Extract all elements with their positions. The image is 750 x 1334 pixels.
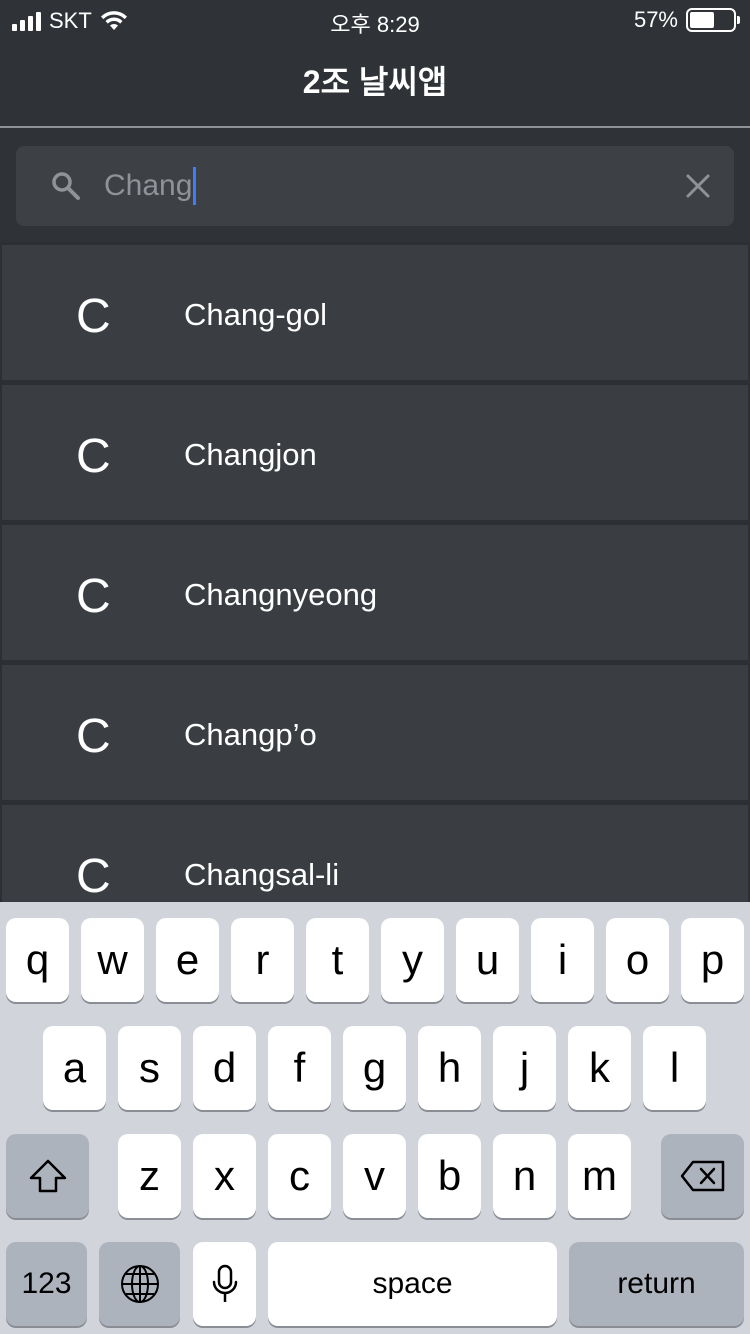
delete-key[interactable] (661, 1134, 744, 1218)
key-u[interactable]: u (456, 918, 519, 1002)
globe-icon (120, 1265, 159, 1303)
key-a[interactable]: a (43, 1026, 106, 1110)
microphone-icon (212, 1264, 237, 1302)
numbers-key[interactable]: 123 (6, 1242, 87, 1326)
key-g[interactable]: g (343, 1026, 406, 1110)
key-z[interactable]: z (118, 1134, 181, 1218)
list-item[interactable]: C Changp’o (0, 662, 750, 802)
search-box[interactable]: Chang (16, 146, 734, 226)
status-right: 57% (633, 7, 740, 33)
search-input[interactable]: Chang (104, 166, 197, 206)
list-item-initial: C (76, 570, 111, 623)
key-v[interactable]: v (343, 1134, 406, 1218)
list-item-initial: C (76, 710, 111, 763)
list-item-name: Chang-gol (184, 297, 328, 332)
nav-bar: 2조 날씨앱 (0, 40, 750, 128)
key-f[interactable]: f (268, 1026, 331, 1110)
shift-icon (29, 1159, 66, 1193)
status-bar: SKT 오후 8:29 57% (0, 0, 750, 40)
battery-percent: 57% (633, 7, 678, 32)
key-e[interactable]: e (156, 918, 219, 1002)
list-item-initial: C (76, 850, 111, 903)
battery-icon (686, 8, 740, 32)
results-list: C Chang-gol C Changjon C Changnyeong C C… (0, 242, 750, 942)
return-key[interactable]: return (569, 1242, 744, 1326)
key-q[interactable]: q (6, 918, 69, 1002)
search-input-value: Chang (104, 169, 193, 202)
key-t[interactable]: t (306, 918, 369, 1002)
list-item[interactable]: C Changnyeong (0, 522, 750, 662)
key-j[interactable]: j (493, 1026, 556, 1110)
close-icon[interactable] (682, 170, 714, 202)
list-item-name: Changnyeong (184, 577, 378, 612)
list-item-name: Changp’o (184, 717, 317, 752)
backspace-icon (680, 1160, 724, 1192)
key-s[interactable]: s (118, 1026, 181, 1110)
key-m[interactable]: m (568, 1134, 631, 1218)
key-o[interactable]: o (606, 918, 669, 1002)
search-area: Chang (0, 128, 750, 242)
key-p[interactable]: p (681, 918, 744, 1002)
key-y[interactable]: y (381, 918, 444, 1002)
keyboard: q w e r t y u i o p a s d f g h j k l z … (0, 902, 750, 1334)
space-key[interactable]: space (268, 1242, 557, 1326)
list-item[interactable]: C Chang-gol (0, 242, 750, 382)
key-b[interactable]: b (418, 1134, 481, 1218)
list-item-name: Changsal-li (184, 857, 340, 892)
key-i[interactable]: i (531, 918, 594, 1002)
key-h[interactable]: h (418, 1026, 481, 1110)
key-c[interactable]: c (268, 1134, 331, 1218)
battery-fill (690, 12, 714, 28)
key-w[interactable]: w (81, 918, 144, 1002)
microphone-key[interactable] (193, 1242, 256, 1326)
key-n[interactable]: n (493, 1134, 556, 1218)
key-k[interactable]: k (568, 1026, 631, 1110)
list-item[interactable]: C Changjon (0, 382, 750, 522)
key-x[interactable]: x (193, 1134, 256, 1218)
key-d[interactable]: d (193, 1026, 256, 1110)
key-r[interactable]: r (231, 918, 294, 1002)
search-icon (52, 172, 80, 200)
page-title: 2조 날씨앱 (302, 64, 448, 100)
text-cursor (193, 167, 197, 205)
shift-key[interactable] (6, 1134, 89, 1218)
list-item-initial: C (76, 430, 111, 483)
list-item-name: Changjon (184, 437, 317, 472)
list-item-initial: C (76, 290, 111, 343)
globe-key[interactable] (99, 1242, 180, 1326)
key-l[interactable]: l (643, 1026, 706, 1110)
